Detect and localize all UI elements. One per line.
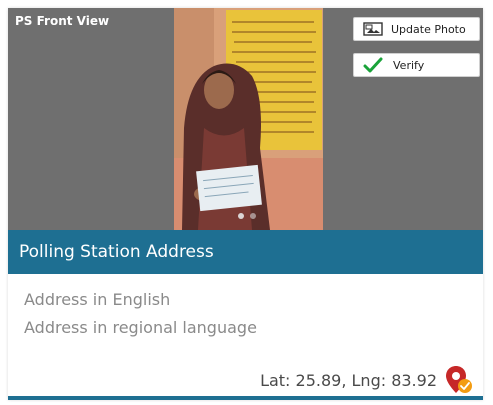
- verify-button[interactable]: Verify: [353, 53, 480, 77]
- photo-section-title: PS Front View: [15, 14, 110, 28]
- verify-label: Verify: [393, 58, 425, 72]
- check-icon: [363, 57, 383, 73]
- address-section-title: Polling Station Address: [19, 242, 214, 262]
- address-section-header: Polling Station Address: [8, 230, 483, 274]
- address-section-body: Address in English Address in regional l…: [8, 274, 483, 400]
- photo-section: PS Front View Update Photo Verify: [8, 8, 483, 230]
- bottom-accent-bar: [8, 396, 483, 400]
- polling-station-photo[interactable]: [174, 8, 323, 230]
- carousel-dot-active[interactable]: [238, 213, 244, 219]
- update-photo-label: Update Photo: [391, 22, 466, 36]
- coordinates-text: Lat: 25.89, Lng: 83.92: [260, 371, 437, 390]
- map-pin-icon[interactable]: [445, 365, 473, 395]
- image-icon: [363, 22, 383, 36]
- update-photo-button[interactable]: Update Photo: [353, 17, 480, 41]
- carousel-indicator: [238, 213, 256, 219]
- polling-station-card: PS Front View Update Photo Verify Pollin…: [8, 8, 483, 400]
- address-english-field[interactable]: Address in English: [24, 290, 170, 309]
- carousel-dot[interactable]: [250, 213, 256, 219]
- address-regional-field[interactable]: Address in regional language: [24, 318, 257, 337]
